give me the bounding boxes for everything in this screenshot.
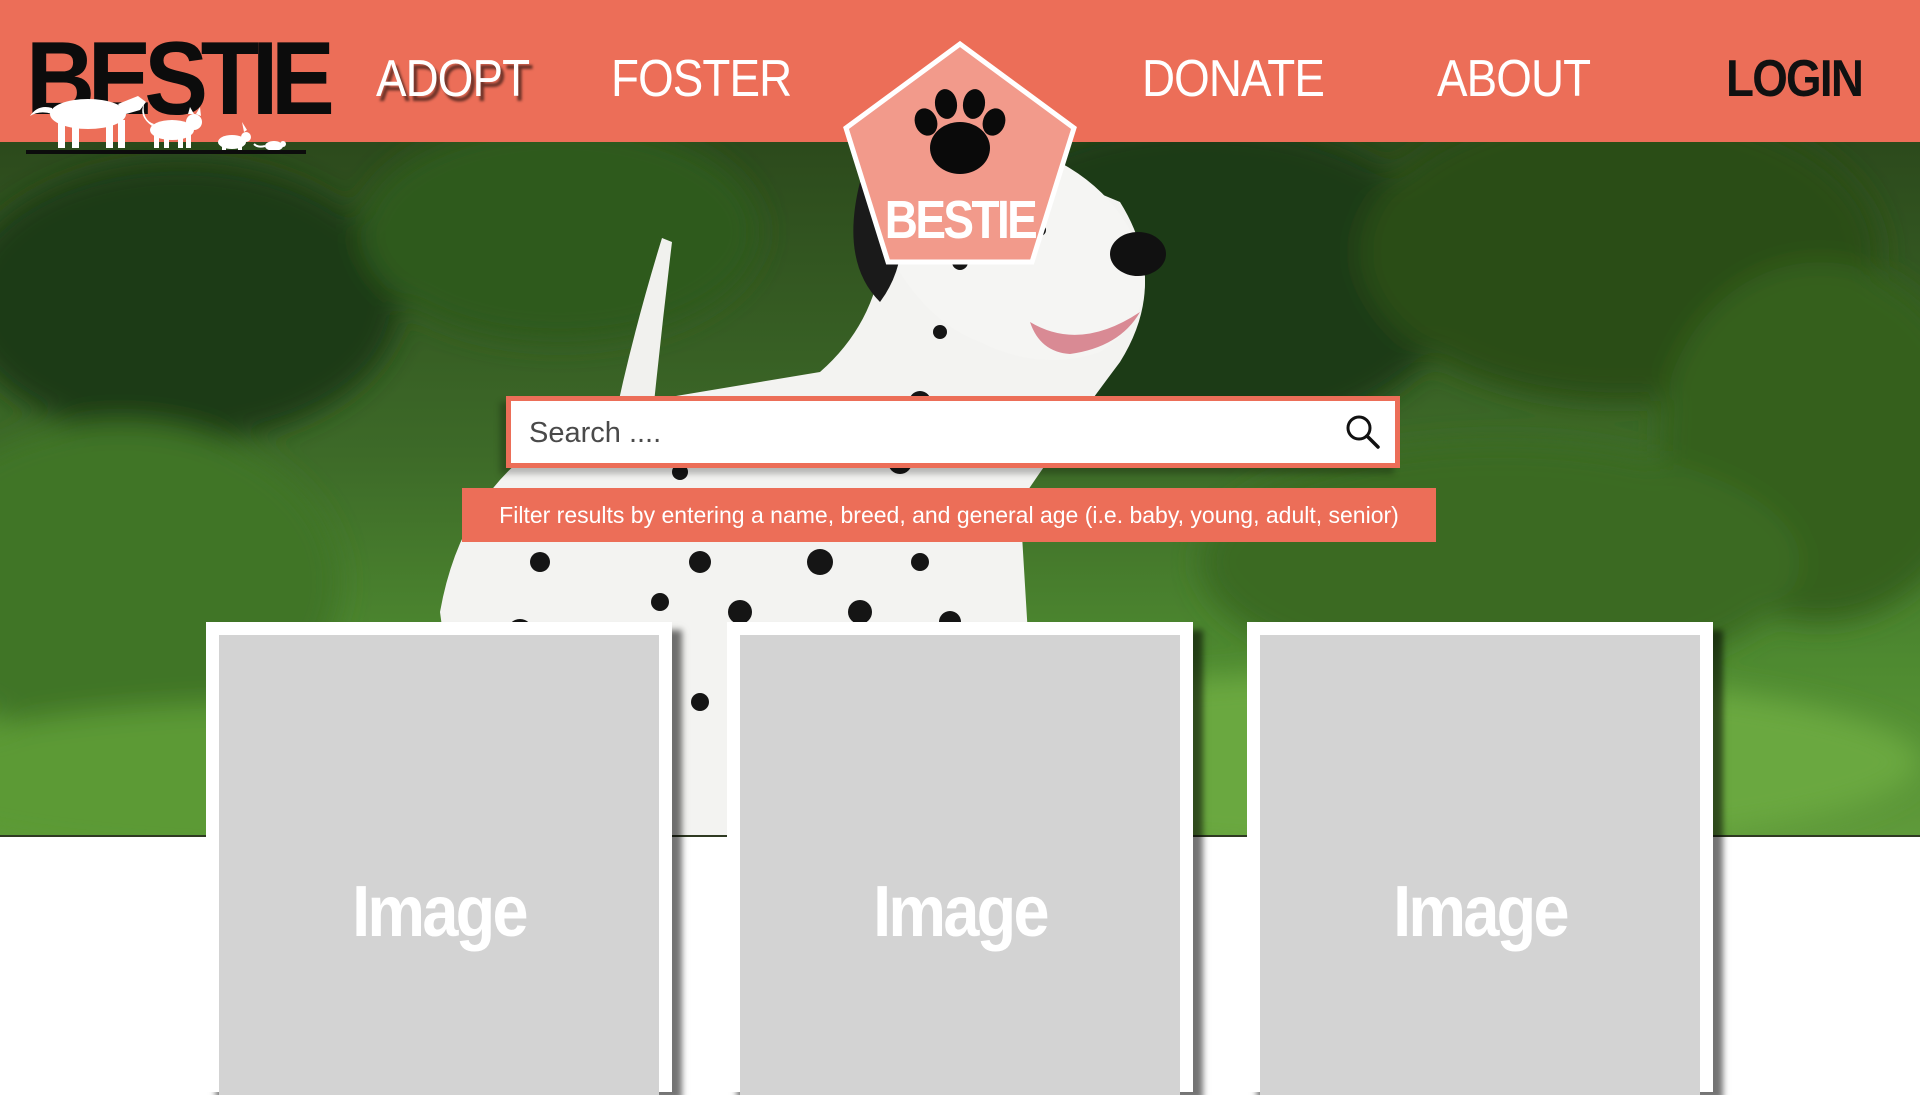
pet-card[interactable]: Image [206,622,672,1095]
search-hint-text: Filter results by entering a name, breed… [462,488,1436,542]
animals-silhouette-icon [26,96,306,154]
image-placeholder-label: Image [352,872,528,952]
nav-donate-link[interactable]: DONATE [1142,44,1325,114]
search-icon[interactable] [1343,412,1383,452]
pet-card[interactable]: Image [727,622,1193,1095]
bestie-logo[interactable]: BESTIE [26,24,335,154]
badge-label: BESTIE [884,190,1038,250]
image-placeholder: Image [1260,635,1700,1095]
nav-login-link[interactable]: LOGIN [1726,44,1864,114]
search-bar [506,396,1400,468]
nav-adopt-link[interactable]: ADOPT [376,44,530,114]
image-placeholder: Image [740,635,1180,1095]
image-placeholder-label: Image [873,872,1049,952]
image-placeholder: Image [219,635,659,1095]
search-input[interactable] [527,401,1321,465]
bestie-badge[interactable]: BESTIE [842,40,1078,266]
pet-card[interactable]: Image [1247,622,1713,1095]
image-placeholder-label: Image [1393,872,1569,952]
nav-about-link[interactable]: ABOUT [1437,44,1591,114]
nav-foster-link[interactable]: FOSTER [611,44,792,114]
